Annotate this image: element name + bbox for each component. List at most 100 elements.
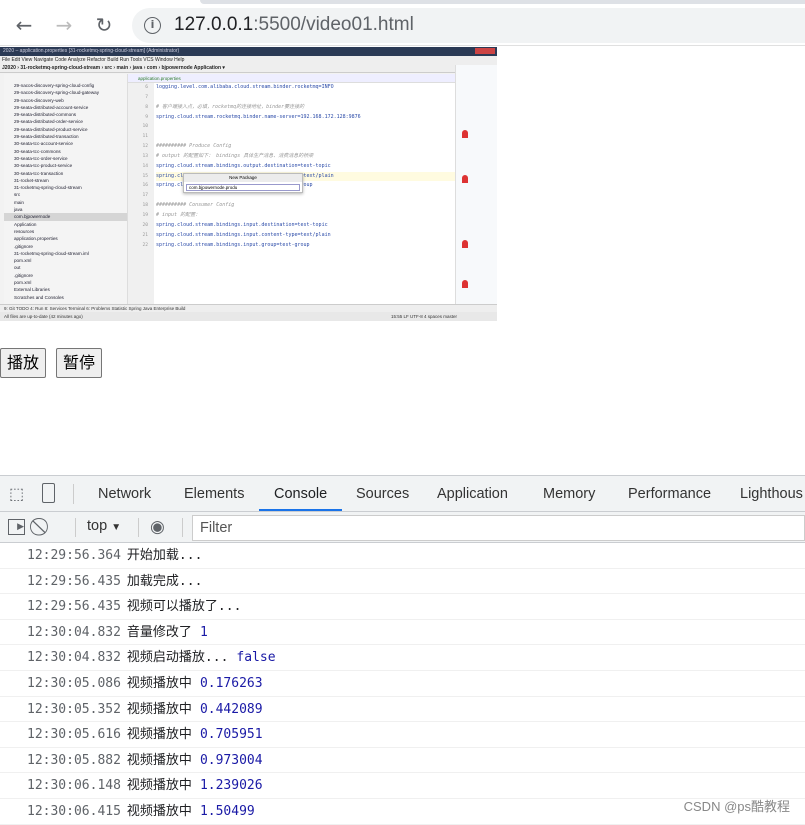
video-line-number: 6 — [145, 85, 148, 90]
url-host: 127.0.0.1 — [174, 14, 254, 35]
video-code-line: spring.cloud.stream.bindings.output.dest… — [156, 162, 331, 169]
log-value: 0.705951 — [199, 727, 263, 743]
log-message: 音量修改了 — [126, 624, 192, 640]
log-message: 视频可以播放了... — [126, 599, 242, 615]
tab-network[interactable]: Network — [98, 486, 151, 502]
video-tree-item: main — [14, 199, 24, 205]
video-line-number: 22 — [142, 242, 148, 248]
video-ide-menu: File Edit View Navigate Code Analyze Ref… — [0, 56, 497, 64]
video-tree-item: 29-seata-distributed-order-service — [14, 119, 83, 125]
reload-icon[interactable]: ↻ — [92, 14, 116, 36]
video-editor-tab: application.properties — [128, 74, 455, 83]
log-timestamp: 12:30:06.415 — [27, 803, 121, 819]
video-line-number: 7 — [145, 94, 148, 100]
video-tree-item: application.properties — [14, 236, 58, 242]
log-timestamp: 12:30:04.832 — [27, 650, 121, 666]
video-line-number: 8 — [145, 104, 148, 110]
log-timestamp: 12:29:56.435 — [27, 599, 121, 615]
video-code-line: spring.cloud.stream.bindings.input.group… — [156, 241, 310, 248]
address-bar[interactable]: i 127.0.0.1:5500/video01.html — [132, 8, 805, 43]
video-code-line — [156, 93, 455, 103]
back-arrow-icon[interactable]: ← — [12, 14, 36, 36]
pause-button[interactable]: 暂停 — [56, 348, 103, 378]
log-message: 视频播放中 — [126, 727, 192, 743]
console-log-row: 12:30:04.832 音量修改了 1 — [0, 620, 805, 646]
console-log-row: 12:30:04.832 视频启动播放... false — [0, 645, 805, 671]
video-code-line: ########## Produce Config — [156, 143, 232, 150]
forward-arrow-icon[interactable]: → — [52, 14, 76, 36]
video-line-number: 11 — [142, 134, 148, 140]
tab-application[interactable]: Application — [437, 486, 508, 502]
tab-sources[interactable]: Sources — [356, 486, 409, 502]
context-selector[interactable]: top ▼ — [87, 518, 121, 534]
active-tab-indicator — [259, 509, 342, 511]
console-log-row: 12:29:56.364 开始加载... — [0, 543, 805, 569]
video-tree-item: pom.xml — [14, 280, 32, 286]
log-timestamp: 12:29:56.435 — [27, 573, 121, 589]
video-line-number: 13 — [142, 153, 148, 159]
console-log-row: 12:30:05.086 视频播放中 0.176263 — [0, 671, 805, 697]
log-timestamp: 12:30:06.148 — [27, 778, 121, 794]
console-log-row: 12:29:56.435 加载完成... — [0, 569, 805, 595]
video-tree-item: com.bjpowernode — [4, 213, 127, 221]
tab-memory[interactable]: Memory — [543, 486, 595, 502]
video-tree-item: 30-seata-tcc-transaction — [14, 170, 64, 176]
log-value: 1.239026 — [199, 778, 263, 794]
video-tree-item: 30-seata-tcc-account-service — [14, 141, 73, 147]
video-tree-item: java — [14, 207, 23, 213]
log-message: 加载完成... — [126, 573, 203, 589]
device-toolbar-icon[interactable] — [42, 483, 55, 503]
video-line-number: 20 — [142, 222, 148, 228]
log-message: 视频播放中 — [126, 752, 192, 768]
video-ide-nav: J2020 › 31-rocketmq-spring-cloud-stream … — [0, 64, 497, 73]
log-timestamp: 12:30:05.616 — [27, 727, 121, 743]
url-path: :5500/video01.html — [253, 14, 414, 35]
video-tree-item: pom.xml — [14, 258, 32, 264]
filter-input[interactable]: Filter — [192, 515, 805, 541]
log-message: 开始加载... — [126, 548, 203, 563]
tab-elements[interactable]: Elements — [184, 486, 244, 502]
browser-toolbar: ← → ↻ i 127.0.0.1:5500/video01.html — [0, 4, 805, 46]
eye-icon[interactable]: ◉ — [150, 517, 165, 537]
sidebar-toggle-icon[interactable]: ▶ — [8, 519, 25, 535]
video-status-bar: All files are up-to-date (42 minutes ago… — [0, 312, 497, 321]
video-code-line: # 客户端接入点，必填，rocketmq的连接地址，binder要连接的 — [156, 103, 305, 110]
watermark: CSDN @ps酷教程 — [683, 799, 790, 814]
devtools-panel: ⬚ Network Elements Console Sources Applicati… — [0, 475, 805, 825]
video-new-package-popup: New Package com.bjpowernode.produ — [183, 173, 303, 193]
inspect-element-icon[interactable]: ⬚ — [9, 484, 24, 504]
console-log-list: 12:29:56.364 开始加载... 12:29:56.435 加载完成... 12… — [0, 543, 805, 825]
video-tree-item: 29-nacos-discovery-spring-cloud-gateway — [14, 90, 100, 96]
log-value: 0.176263 — [199, 675, 263, 691]
video-tree-item: .gitignore — [14, 272, 33, 278]
tab-performance[interactable]: Performance — [628, 486, 711, 502]
video-tree-item: 29-seata-distributed-product-service — [14, 126, 88, 132]
console-log-row: 12:29:56.435 视频可以播放了... — [0, 594, 805, 620]
log-message: 视频播放中 — [126, 701, 192, 717]
devtools-tabbar: ⬚ Network Elements Console Sources Applicati… — [0, 476, 805, 512]
video-code-line — [156, 122, 455, 132]
video-code-line — [156, 132, 455, 142]
log-value: 0.973004 — [199, 752, 263, 768]
video-tree-item: resources — [14, 228, 35, 234]
video-tree-item: Application — [14, 221, 37, 227]
info-icon[interactable]: i — [144, 17, 161, 34]
tab-console[interactable]: Console — [274, 486, 327, 502]
log-timestamp: 12:30:04.832 — [27, 624, 121, 640]
video-line-number: 9 — [145, 114, 148, 120]
tab-lighthous[interactable]: Lighthous — [740, 486, 803, 502]
log-message: 视频启动播放... — [126, 650, 229, 666]
video-tree-item: External Libraries — [14, 287, 50, 293]
play-button[interactable]: 播放 — [0, 348, 47, 378]
video-chat-panel — [455, 65, 497, 304]
video-tree-item: 29-nacos-discovery-web — [14, 97, 64, 103]
log-message: 视频播放中 — [126, 675, 192, 691]
video-code-line: logging.level.com.alibaba.cloud.stream.b… — [156, 84, 334, 90]
console-log-row: 12:30:05.352 视频播放中 0.442089 — [0, 697, 805, 723]
video-player[interactable]: 2020 – application.properties [31-rocket… — [0, 47, 497, 321]
video-code-line: # input 的配置： — [156, 211, 201, 218]
log-value: 1 — [199, 624, 208, 640]
log-timestamp: 12:30:05.882 — [27, 752, 121, 768]
video-line-number: 10 — [142, 124, 148, 130]
console-toolbar: ▶ ⃠ top ▼ ◉ Filter — [0, 512, 805, 543]
